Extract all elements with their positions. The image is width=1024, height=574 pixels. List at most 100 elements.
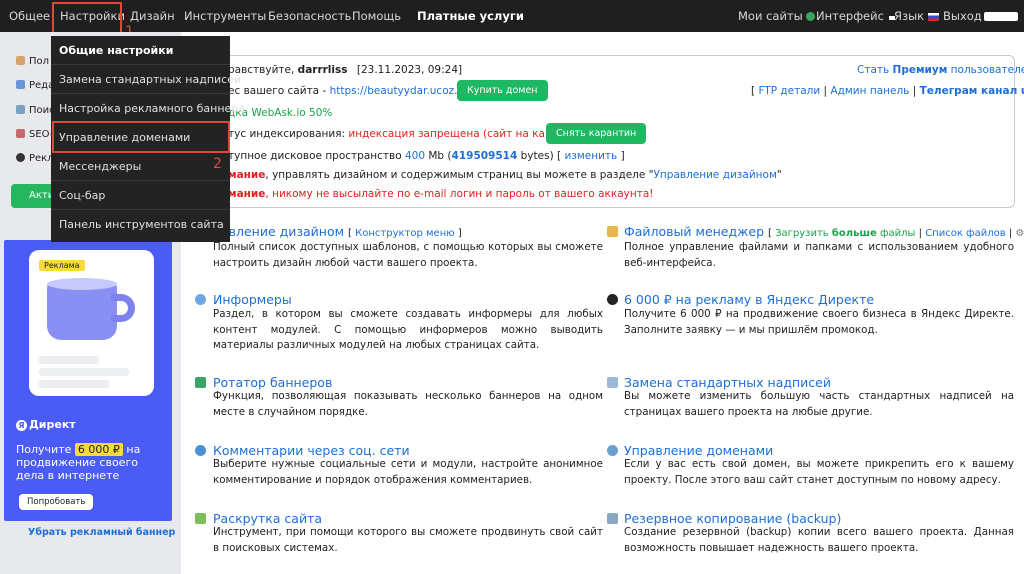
section-promotion-title[interactable]: Раскрутка сайта (213, 511, 322, 526)
comments-icon (195, 445, 206, 456)
menu-item-site-toolbar[interactable]: Панель инструментов сайта (51, 210, 230, 239)
placeholder-line (39, 368, 129, 376)
remove-quarantine-button[interactable]: Снять карантин (546, 123, 647, 144)
settings-highlight-box (52, 2, 122, 34)
menu-item-social-bar[interactable]: Соц-бар (51, 181, 230, 210)
sidebar-item-label: Рекл (29, 153, 54, 164)
section-replace-desc: Вы можете изменить большую часть стандар… (624, 390, 1014, 418)
files-extra: [ Загрузить больше файлы | Список файлов… (768, 228, 1024, 239)
replace-text-icon (607, 377, 618, 388)
placeholder-line (39, 356, 99, 364)
menu-item-messengers[interactable]: Мессенджеры (51, 152, 230, 181)
mug-image (47, 282, 117, 340)
datetime: [23.11.2023, 09:24] (356, 64, 463, 76)
ad-price: 6 000 ₽ (74, 443, 123, 456)
remove-ad-link[interactable]: Убрать рекламный баннер (28, 527, 175, 538)
folder-icon (607, 226, 618, 237)
sidebar-item-label: Пол (29, 56, 50, 67)
upload-files-link[interactable]: Загрузить больше файлы (775, 228, 915, 239)
gear-icon[interactable]: ⚙ (1015, 228, 1024, 239)
file-list-link[interactable]: Список файлов (925, 228, 1005, 239)
sidebar-item-search[interactable]: Поис (16, 105, 55, 116)
my-sites-link[interactable]: Мои сайты (738, 9, 815, 23)
logout-link[interactable]: Выход (943, 9, 982, 23)
section-comments-title[interactable]: Комментарии через соц. сети (213, 443, 410, 458)
design-extra: [ Конструктор меню ] (348, 228, 462, 239)
section-replace-title[interactable]: Замена стандартных надписей (624, 375, 831, 390)
change-disk-link[interactable]: изменить (564, 150, 617, 162)
section-informers-desc: Раздел, в котором вы сможете создавать и… (213, 308, 603, 351)
greeting-line: равствуйте, darrrliss [23.11.2023, 09:24… (228, 64, 462, 76)
design-management-link[interactable]: Управление дизайном (654, 169, 777, 181)
section-design-title[interactable]: равление дизайном [ Конструктор меню ] (213, 224, 462, 239)
sidebar-item-users[interactable]: Пол (16, 56, 49, 67)
dropdown-header[interactable]: Общие настройки (51, 36, 230, 65)
nav-general[interactable]: Общее (9, 9, 50, 23)
mug-rim (47, 278, 117, 290)
ftp-link[interactable]: FTP детали (758, 85, 820, 97)
premium-line[interactable]: Стать Премиум пользователем (857, 64, 1024, 76)
buy-domain-button[interactable]: Купить домен (457, 80, 548, 101)
upload-prefix: Загрузить (775, 228, 829, 239)
disk-space-line: тупное дисковое пространство 400 Mb (419… (228, 150, 625, 162)
language-link[interactable]: Язык (894, 9, 940, 23)
section-design-desc: Полный список доступных шаблонов, с помо… (213, 241, 603, 269)
top-right-field[interactable] (984, 12, 1018, 21)
sidebar-item-editor[interactable]: Реда (16, 80, 54, 91)
section-yandex-title[interactable]: 6 000 ₽ на рекламу в Яндекс Директе (624, 292, 874, 307)
sidebar-item-seo[interactable]: SEO- (16, 129, 53, 140)
editor-icon (16, 80, 25, 89)
nav-tools[interactable]: Инструменты (184, 9, 266, 23)
ad-brand: Я Директ (16, 418, 76, 431)
menu-builder-link[interactable]: Конструктор меню (355, 228, 455, 239)
section-domains-title[interactable]: Управление доменами (624, 443, 773, 458)
ad-card: Реклама (29, 250, 154, 396)
top-navigation-bar: Общее Настройки Дизайн Инструменты Безоп… (0, 0, 1024, 32)
disk-mb-unit: Mb ( (428, 150, 452, 162)
username: darrrliss (297, 64, 348, 76)
section-files-title[interactable]: Файловый менеджер [ Загрузить больше фай… (624, 224, 1024, 239)
nav-security[interactable]: Безопасность (268, 9, 351, 23)
section-domains-desc: Если у вас есть свой домен, вы можете пр… (624, 458, 1014, 486)
notice-text: , управлять дизайном и содержимым страни… (265, 169, 654, 181)
notice-bold: мание (228, 188, 266, 200)
section-promotion-desc: Инструмент, при помощи которого вы сможе… (213, 526, 603, 554)
separator: | (912, 85, 917, 97)
section-rotator-title[interactable]: Ротатор баннеров (213, 375, 332, 390)
sidebar-item-ads[interactable]: Рекл (16, 153, 54, 164)
placeholder-line (39, 380, 109, 388)
design-title-label: равление дизайном (213, 224, 345, 239)
nav-paid-services[interactable]: Платные услуги (417, 9, 524, 23)
telegram-link[interactable]: Телеграм канал uCoz (920, 85, 1024, 97)
yandex-icon (607, 294, 618, 305)
ad-try-button[interactable]: Попробовать (19, 494, 94, 510)
banner-rotator-icon (195, 377, 206, 388)
site-url-link[interactable]: https://beautyydar.ucoz.net/ (330, 85, 479, 97)
section-rotator-desc: Функция, позволяющая показывать нескольк… (213, 390, 603, 418)
disk-close: ] (620, 150, 625, 162)
quick-links: [ FTP детали | Админ панель | Телеграм к… (751, 85, 1024, 97)
domain-management-highlight-box (52, 121, 230, 153)
index-label: тус индексирования: (228, 128, 346, 140)
rocket-icon (16, 129, 25, 138)
menu-item-ad-banner[interactable]: Настройка рекламного баннера (51, 94, 245, 123)
disk-label: тупное дисковое пространство (228, 150, 402, 162)
upload-bold: больше (831, 228, 877, 239)
premium-prefix: Стать (857, 64, 890, 76)
disk-bytes: 419509514 (451, 150, 518, 162)
nav-help[interactable]: Помощь (352, 9, 401, 23)
disk-mb: 400 (404, 150, 426, 162)
nav-design[interactable]: Дизайн (130, 9, 175, 23)
ad-banner[interactable]: Реклама Я Директ Получите 6 000 ₽ на прод… (4, 240, 172, 521)
admin-panel-link[interactable]: Админ панель (830, 85, 909, 97)
notice-end: " (776, 169, 782, 181)
ad-brand-label: Директ (29, 418, 76, 431)
globe-icon (805, 12, 815, 21)
notice-design-line: мание, управлять дизайном и содержимым с… (228, 169, 782, 181)
section-backup-title[interactable]: Резервное копирование (backup) (624, 511, 841, 526)
ad-text-prefix: Получите (16, 443, 72, 456)
section-informers-title[interactable]: Информеры (213, 292, 292, 307)
menu-item-replace-labels[interactable]: Замена стандартных надписей (51, 65, 241, 94)
informers-icon (195, 294, 206, 305)
interface-link[interactable]: Интерфейс (816, 9, 895, 23)
